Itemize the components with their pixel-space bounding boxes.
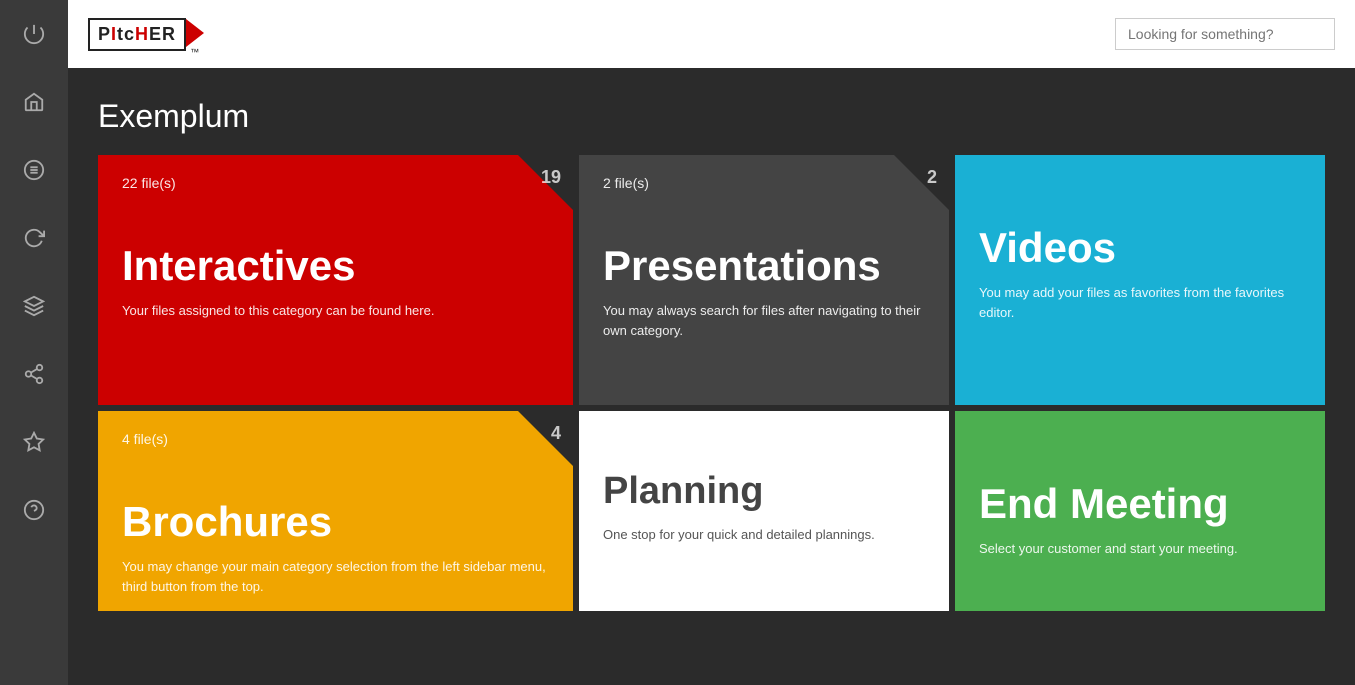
- search-input[interactable]: [1115, 18, 1335, 50]
- card-title-planning: Planning: [603, 471, 925, 513]
- card-desc-end-meeting: Select your customer and start your meet…: [979, 539, 1301, 559]
- card-brochures[interactable]: 4 file(s) 4 Brochures You may change you…: [98, 411, 573, 611]
- logo-text: PItcHER: [98, 24, 176, 45]
- logo-box: PItcHER: [88, 18, 186, 51]
- card-title-interactives: Interactives: [122, 243, 549, 289]
- card-title-brochures: Brochures: [122, 499, 549, 545]
- card-badge-brochures: 4: [551, 423, 561, 444]
- help-icon[interactable]: [0, 476, 68, 544]
- card-files-interactives: 22 file(s): [122, 175, 176, 191]
- page-title: Exemplum: [98, 98, 1325, 135]
- card-desc-brochures: You may change your main category select…: [122, 557, 549, 596]
- card-desc-interactives: Your files assigned to this category can…: [122, 301, 549, 321]
- card-presentations[interactable]: 2 file(s) 2 Presentations You may always…: [579, 155, 949, 405]
- logo: PItcHER ™: [88, 11, 204, 57]
- card-end-meeting[interactable]: End Meeting Select your customer and sta…: [955, 411, 1325, 611]
- card-badge-interactives: 19: [541, 167, 561, 188]
- triangle-cut-presentations: [894, 155, 949, 210]
- content: Exemplum 22 file(s) 19 Interactives Your…: [68, 68, 1355, 685]
- card-desc-planning: One stop for your quick and detailed pla…: [603, 525, 925, 545]
- card-title-presentations: Presentations: [603, 243, 925, 289]
- card-files-presentations: 2 file(s): [603, 175, 649, 191]
- sidebar: [0, 0, 68, 685]
- card-interactives[interactable]: 22 file(s) 19 Interactives Your files as…: [98, 155, 573, 405]
- logo-arrow: [186, 19, 204, 47]
- triangle-cut-brochures: [518, 411, 573, 466]
- layers-icon[interactable]: [0, 272, 68, 340]
- home-icon[interactable]: [0, 68, 68, 136]
- header: PItcHER ™: [68, 0, 1355, 68]
- card-badge-presentations: 2: [927, 167, 937, 188]
- card-desc-videos: You may add your files as favorites from…: [979, 283, 1301, 322]
- card-files-brochures: 4 file(s): [122, 431, 168, 447]
- refresh-icon[interactable]: [0, 204, 68, 272]
- card-desc-presentations: You may always search for files after na…: [603, 301, 925, 340]
- logo-tm: ™: [190, 47, 199, 57]
- power-icon[interactable]: [0, 0, 68, 68]
- card-title-videos: Videos: [979, 225, 1301, 271]
- card-title-end-meeting: End Meeting: [979, 481, 1301, 527]
- card-videos[interactable]: Videos You may add your files as favorit…: [955, 155, 1325, 405]
- main-area: PItcHER ™ Exemplum 22 file(s) 19 Interac…: [68, 0, 1355, 685]
- share-icon[interactable]: [0, 340, 68, 408]
- star-icon[interactable]: [0, 408, 68, 476]
- card-grid: 22 file(s) 19 Interactives Your files as…: [98, 155, 1325, 611]
- card-planning[interactable]: Planning One stop for your quick and det…: [579, 411, 949, 611]
- list-icon[interactable]: [0, 136, 68, 204]
